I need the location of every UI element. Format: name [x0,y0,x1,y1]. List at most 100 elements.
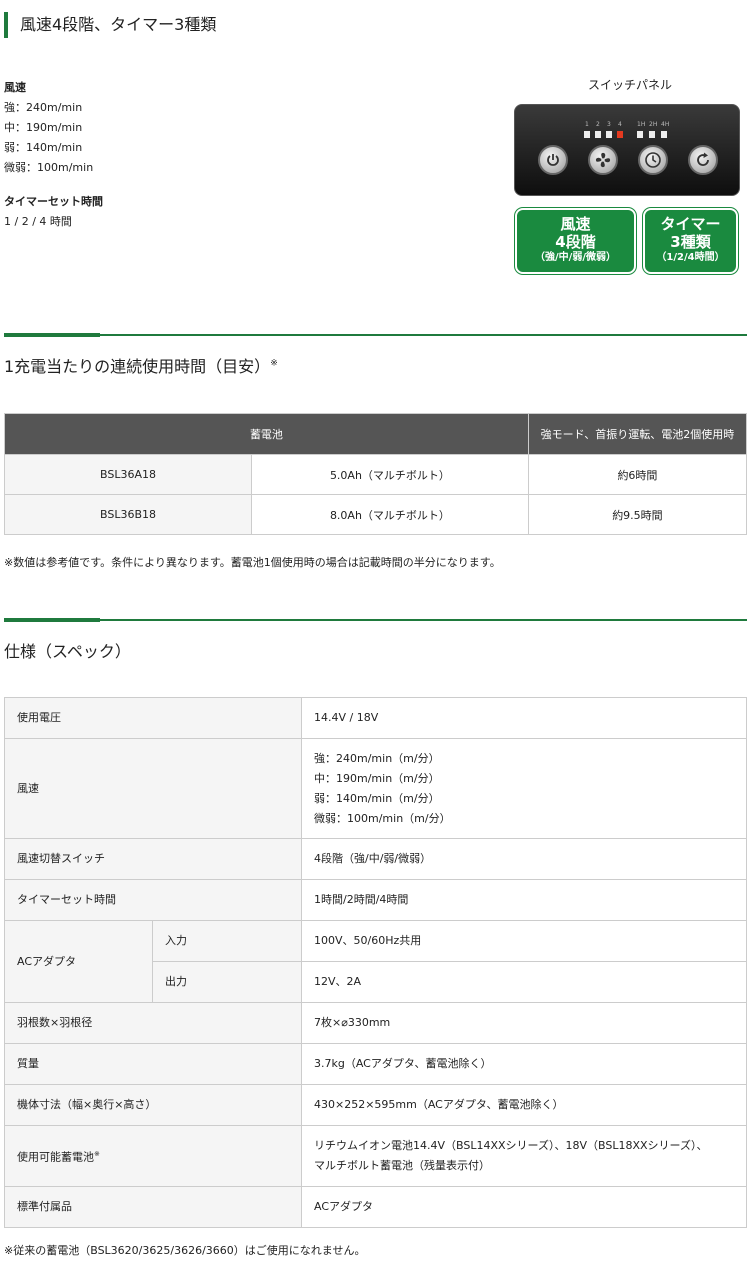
spec-key: ACアダプタ [4,920,153,1003]
table-row: 標準付属品 ACアダプタ [4,1186,747,1228]
table-row: タイマーセット時間 1時間/2時間/4時間 [4,879,747,921]
table-row: ACアダプタ 入力 100V、50/60Hz共用 [4,920,747,1003]
wind-speed-callout: 風速 4段階 （強/中/弱/微弱） [515,208,636,274]
spec-batteries-line1: リチウムイオン電池14.4V（BSL14XXシリーズ）、18V（BSL18XXシ… [314,1139,708,1152]
runtime-title-mark: ※ [270,358,278,369]
runtime-section-title: 1充電当たりの連続使用時間（目安）※ [4,353,278,377]
timer-label: タイマーセット時間 [4,195,103,208]
wind-speed-very-weak: 微弱：100m/min [4,161,94,174]
wind-speed-block: 風速 強：240m/min 中：190m/min 弱：140m/min 微弱：1… [4,78,93,178]
indicator-label-4: 4 [618,121,622,128]
indicator-label-4h: 4H [661,121,670,128]
speed-indicator-4-active [617,131,623,138]
wind-speed-label: 風速 [4,81,26,94]
callout-timer-line1: タイマー [660,215,721,233]
wind-speed-strong: 強：240m/min [4,101,83,114]
section-heading-features: 風速4段階、タイマー3種類 [4,12,216,38]
spec-wind-very-weak: 微弱：100m/min（m/分） [314,811,451,825]
switch-panel-image: 1 2 3 4 1H 2H 4H [514,104,740,196]
spec-key: 標準付属品 [4,1186,302,1228]
spec-wind-medium: 中：190m/min（m/分） [314,771,440,785]
runtime-title-text: 1充電当たりの連続使用時間（目安） [4,357,271,376]
speed-indicator-2 [595,131,601,138]
runtime-value: 約9.5時間 [527,494,748,535]
table-row: 質量 3.7kg（ACアダプタ、蓄電池除く） [4,1043,747,1085]
spec-key: タイマーセット時間 [4,879,302,921]
fan-icon [595,152,611,168]
table-header-row: 蓄電池 強モード、首振り運転、電池2個使用時 [4,413,748,455]
spec-key: 羽根数×羽根径 [4,1002,302,1044]
timer-value: 1 / 2 / 4 時間 [4,215,72,228]
callout-timer-line3: （1/2/4時間） [656,252,725,263]
runtime-table: 蓄電池 強モード、首振り運転、電池2個使用時 BSL36A18 5.0Ah（マル… [4,413,748,535]
indicator-label-2: 2 [596,121,600,128]
table-row: 使用可能蓄電池※ リチウムイオン電池14.4V（BSL14XXシリーズ）、18V… [4,1125,747,1187]
header-runtime: 強モード、首振り運転、電池2個使用時 [527,413,748,455]
spec-wind-strong: 強：240m/min（m/分） [314,751,440,765]
spec-value: 100V、50/60Hz共用 [301,920,747,962]
spec-section-title: 仕様（スペック） [4,642,131,661]
spec-subkey: 出力 [152,961,302,1003]
spec-subkey: 入力 [152,920,302,962]
table-row: 機体寸法（幅×奥行×高さ） 430×252×595mm（ACアダプタ、蓄電池除く… [4,1084,747,1126]
swing-button [688,145,718,175]
timer-indicator-2h [649,131,655,138]
power-button [538,145,568,175]
runtime-value: 約6時間 [527,454,748,495]
spec-value: 430×252×595mm（ACアダプタ、蓄電池除く） [301,1084,747,1126]
spec-value: ACアダプタ [301,1186,747,1228]
section-divider [4,619,747,621]
spec-value: 14.4V / 18V [301,697,747,739]
table-row: BSL36B18 8.0Ah（マルチボルト） 約9.5時間 [4,494,748,535]
fan-speed-button [588,145,618,175]
indicator-label-3: 3 [607,121,611,128]
callout-timer-line2: 3種類 [670,233,711,251]
section-divider-accent [4,618,100,622]
battery-model: BSL36B18 [4,494,252,535]
indicator-label-2h: 2H [649,121,658,128]
runtime-note: ※数値は参考値です。条件により異なります。蓄電池1個使用時の場合は記載時間の半分… [4,556,501,569]
indicator-label-1: 1 [585,121,589,128]
table-row: 風速切替スイッチ 4段階（強/中/弱/微弱） [4,838,747,880]
spec-batteries-line2: マルチボルト蓄電池（残量表示付） [314,1159,490,1172]
header-battery: 蓄電池 [4,413,529,455]
table-row: 使用電圧 14.4V / 18V [4,697,747,739]
wind-speed-medium: 中：190m/min [4,121,83,134]
table-row: BSL36A18 5.0Ah（マルチボルト） 約6時間 [4,454,748,495]
timer-indicator-4h [661,131,667,138]
speed-indicator-1 [584,131,590,138]
spec-key: 質量 [4,1043,302,1085]
spec-key-text: 使用可能蓄電池 [17,1150,94,1164]
swing-icon [697,152,709,166]
spec-key-mark: ※ [94,1150,100,1159]
spec-note: ※従来の蓄電池（BSL3620/3625/3626/3660）はご使用になれませ… [4,1244,366,1257]
spec-key: 風速切替スイッチ [4,838,302,880]
spec-value: 3.7kg（ACアダプタ、蓄電池除く） [301,1043,747,1085]
spec-value-batteries: リチウムイオン電池14.4V（BSL14XXシリーズ）、18V（BSL18XXシ… [301,1125,747,1187]
indicator-label-1h: 1H [637,121,646,128]
spec-value: 4段階（強/中/弱/微弱） [301,838,747,880]
section-divider [4,334,747,336]
battery-capacity: 8.0Ah（マルチボルト） [251,494,529,535]
timer-indicator-1h [637,131,643,138]
spec-value: 1時間/2時間/4時間 [301,879,747,921]
callout-wind-line1: 風速 [560,215,591,233]
speed-indicator-3 [606,131,612,138]
wind-speed-weak: 弱：140m/min [4,141,83,154]
section-divider-accent [4,333,100,337]
spec-key: 機体寸法（幅×奥行×高さ） [4,1084,302,1126]
power-icon [547,154,559,166]
battery-capacity: 5.0Ah（マルチボルト） [251,454,529,495]
spec-wind-weak: 弱：140m/min（m/分） [314,791,440,805]
spec-value-wind: 強：240m/min（m/分） 中：190m/min（m/分） 弱：140m/m… [301,738,747,839]
table-row: 羽根数×羽根径 7枚×⌀330mm [4,1002,747,1044]
battery-model: BSL36A18 [4,454,252,495]
clock-icon [645,152,661,168]
callout-wind-line2: 4段階 [555,233,596,251]
spec-value: 12V、2A [301,961,747,1003]
spec-table: 使用電圧 14.4V / 18V 風速 強：240m/min（m/分） 中：19… [4,697,747,1228]
timer-callout: タイマー 3種類 （1/2/4時間） [643,208,738,274]
timer-button [638,145,668,175]
switch-panel-caption: スイッチパネル [588,78,673,92]
spec-key-batteries: 使用可能蓄電池※ [4,1125,302,1187]
